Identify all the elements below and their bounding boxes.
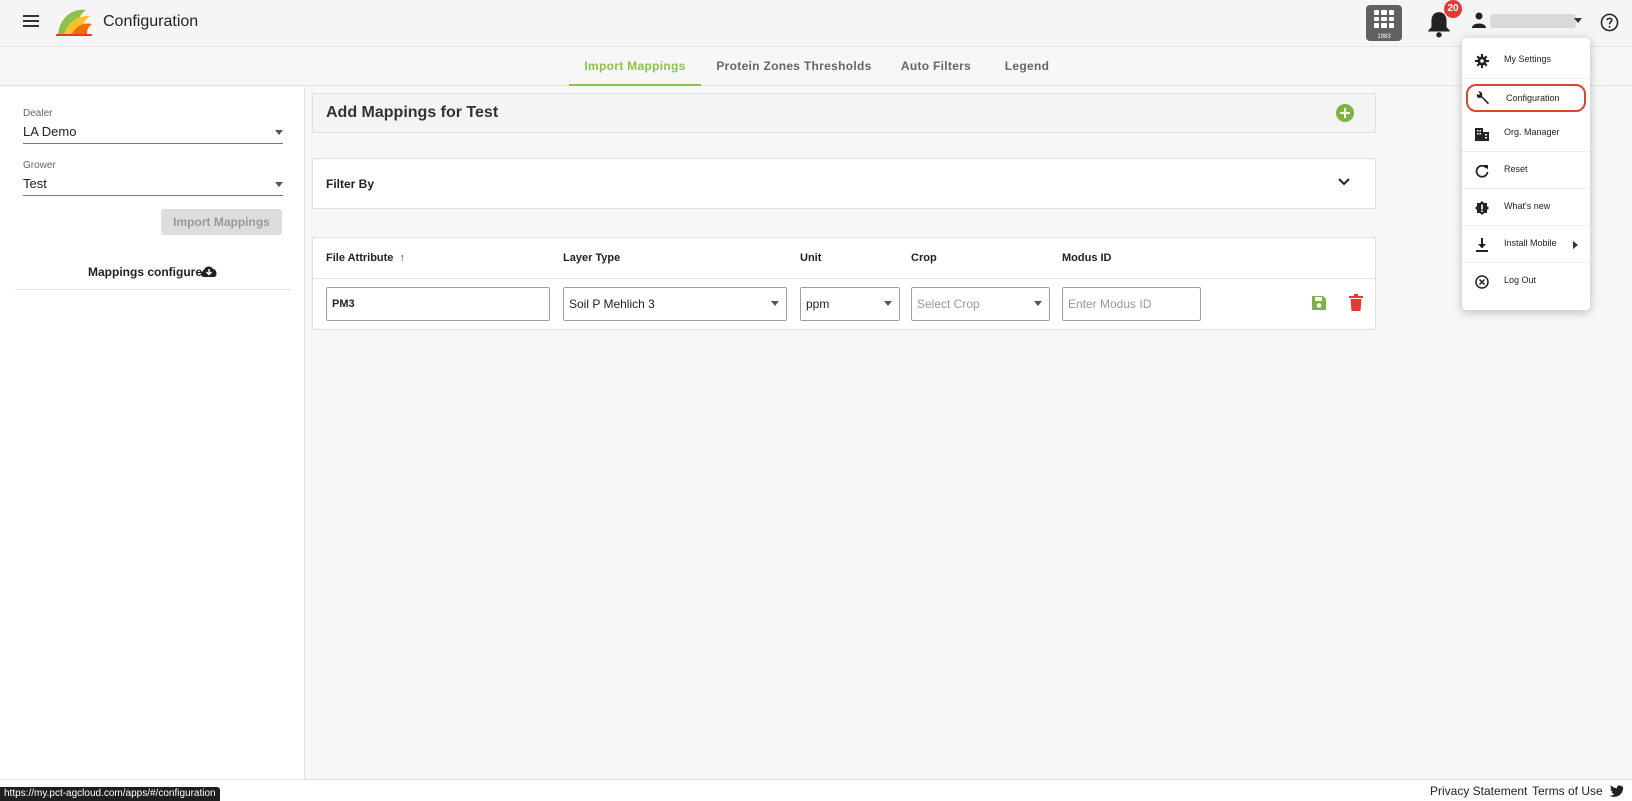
filter-by-title: Filter By bbox=[326, 177, 375, 191]
app-logo bbox=[56, 9, 92, 36]
status-bar-url: https://my.pct-agcloud.com/apps/#/config… bbox=[0, 787, 220, 801]
hamburger-menu-icon[interactable] bbox=[20, 12, 42, 34]
chevron-down-icon bbox=[771, 301, 779, 306]
chevron-down-icon[interactable] bbox=[1337, 177, 1351, 187]
user-name-redacted[interactable] bbox=[1490, 14, 1576, 28]
menu-item-my-settings[interactable]: My Settings bbox=[1462, 43, 1590, 79]
chevron-down-icon bbox=[275, 182, 283, 187]
add-mappings-panel: Add Mappings for Test bbox=[312, 93, 1376, 133]
menu-item-label: Install Mobile bbox=[1504, 238, 1557, 248]
layer-type-value: Soil P Mehlich 3 bbox=[569, 297, 655, 311]
column-header-modus-id: Modus ID bbox=[1062, 252, 1112, 264]
import-mappings-button[interactable]: Import Mappings bbox=[161, 209, 282, 235]
filter-by-panel[interactable]: Filter By bbox=[312, 158, 1376, 209]
page-title: Configuration bbox=[103, 13, 199, 30]
menu-item-label: Reset bbox=[1504, 164, 1528, 174]
mappings-table: File Attribute ↑ Layer Type Unit Crop Mo… bbox=[312, 237, 1376, 330]
chevron-down-icon bbox=[884, 301, 892, 306]
delete-icon[interactable] bbox=[1349, 294, 1363, 311]
column-header-file-attribute[interactable]: File Attribute ↑ bbox=[326, 252, 405, 264]
wrench-icon bbox=[1476, 91, 1489, 105]
help-icon[interactable] bbox=[1600, 13, 1619, 32]
submenu-arrow-icon bbox=[1573, 241, 1578, 249]
refresh-icon bbox=[1475, 164, 1489, 178]
terms-of-use-link[interactable]: Terms of Use bbox=[1532, 784, 1603, 798]
unit-select[interactable]: ppm bbox=[800, 287, 900, 321]
apps-caption: 1983 bbox=[1377, 34, 1391, 40]
tab-legend[interactable]: Legend bbox=[998, 48, 1056, 86]
menu-item-label: What's new bbox=[1504, 201, 1551, 211]
apps-grid-button[interactable]: 1983 bbox=[1366, 5, 1402, 41]
grower-select[interactable]: Test bbox=[23, 172, 283, 196]
tab-protein-zones-thresholds[interactable]: Protein Zones Thresholds bbox=[714, 48, 874, 86]
column-header-crop: Crop bbox=[911, 252, 937, 264]
notification-count-badge: 20 bbox=[1444, 0, 1462, 18]
building-icon bbox=[1475, 128, 1489, 141]
top-app-bar: Configuration 1983 20 bbox=[0, 0, 1632, 47]
dealer-value: LA Demo bbox=[23, 124, 77, 139]
sidebar: Dealer LA Demo Grower Test Import Mappin… bbox=[0, 87, 305, 779]
user-menu-caret-icon[interactable] bbox=[1574, 18, 1582, 23]
add-mappings-title: Add Mappings for Test bbox=[326, 104, 499, 121]
menu-item-org-manager[interactable]: Org. Manager bbox=[1462, 116, 1590, 152]
crop-select[interactable]: Select Crop bbox=[911, 287, 1050, 321]
grid-icon bbox=[1374, 10, 1394, 28]
cloud-download-icon[interactable] bbox=[199, 263, 219, 279]
divider bbox=[15, 289, 291, 290]
logout-icon bbox=[1475, 275, 1489, 289]
menu-item-reset[interactable]: Reset bbox=[1462, 153, 1590, 189]
mappings-configured-label: Mappings configured bbox=[88, 265, 210, 279]
user-menu-dropdown: My Settings Configuration Org. Manager R… bbox=[1462, 38, 1590, 310]
footer: Privacy Statement Terms of Use bbox=[0, 779, 1632, 801]
twitter-icon[interactable] bbox=[1609, 785, 1623, 797]
menu-item-configuration[interactable]: Configuration bbox=[1466, 84, 1586, 112]
unit-value: ppm bbox=[806, 297, 830, 311]
privacy-statement-link[interactable]: Privacy Statement bbox=[1430, 784, 1527, 798]
dealer-label: Dealer bbox=[23, 108, 53, 119]
column-header-unit: Unit bbox=[800, 252, 822, 264]
user-icon[interactable] bbox=[1472, 12, 1486, 28]
grower-label: Grower bbox=[23, 160, 56, 171]
save-icon[interactable] bbox=[1311, 295, 1327, 311]
dealer-select[interactable]: LA Demo bbox=[23, 120, 283, 144]
tab-import-mappings[interactable]: Import Mappings bbox=[569, 48, 701, 86]
menu-item-label: Org. Manager bbox=[1504, 127, 1560, 137]
menu-item-label: My Settings bbox=[1504, 54, 1552, 64]
download-icon bbox=[1476, 238, 1488, 252]
menu-item-install-mobile[interactable]: Install Mobile bbox=[1462, 227, 1590, 263]
menu-item-label: Log Out bbox=[1504, 275, 1537, 285]
menu-item-whats-new[interactable]: What's new bbox=[1462, 190, 1590, 226]
menu-item-log-out[interactable]: Log Out bbox=[1462, 264, 1590, 300]
file-attribute-input[interactable]: PM3 bbox=[326, 287, 550, 321]
sort-ascending-icon: ↑ bbox=[399, 252, 406, 264]
tab-bar: Import Mappings Protein Zones Thresholds… bbox=[0, 48, 1632, 86]
grower-value: Test bbox=[23, 176, 47, 191]
new-badge-icon bbox=[1475, 201, 1489, 215]
tab-auto-filters[interactable]: Auto Filters bbox=[896, 48, 976, 86]
gear-icon bbox=[1475, 54, 1489, 68]
layer-type-select[interactable]: Soil P Mehlich 3 bbox=[563, 287, 787, 321]
menu-item-label: Configuration bbox=[1506, 93, 1560, 103]
modus-id-input[interactable]: Enter Modus ID bbox=[1062, 287, 1201, 321]
header-divider bbox=[313, 278, 1375, 279]
chevron-down-icon bbox=[275, 130, 283, 135]
column-header-layer-type: Layer Type bbox=[563, 252, 621, 264]
crop-placeholder: Select Crop bbox=[917, 297, 980, 311]
add-mapping-plus-icon[interactable] bbox=[1336, 104, 1354, 122]
chevron-down-icon bbox=[1034, 301, 1042, 306]
